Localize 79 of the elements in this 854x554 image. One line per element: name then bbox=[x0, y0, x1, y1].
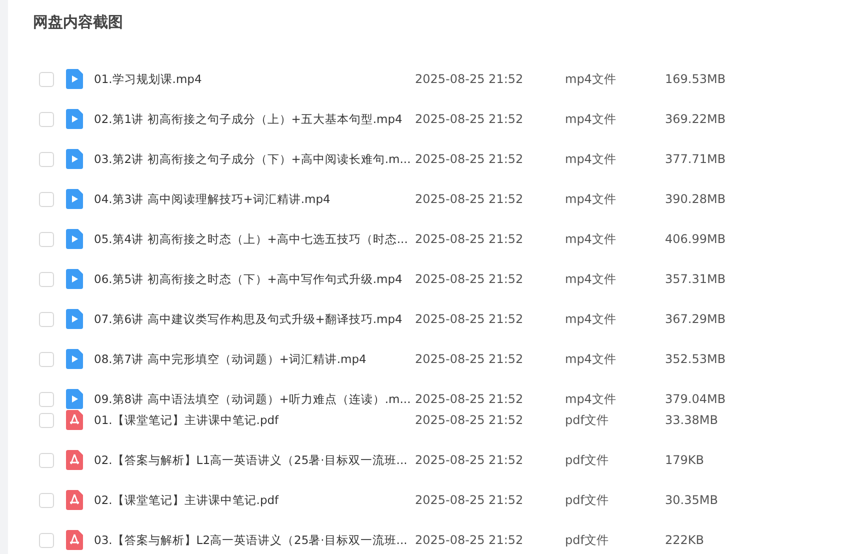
checkbox[interactable] bbox=[39, 272, 54, 286]
file-name[interactable]: 01.学习规划课.mp4 bbox=[94, 72, 414, 86]
pdf-file-icon bbox=[66, 410, 83, 430]
pdf-file-icon bbox=[66, 490, 83, 510]
checkbox[interactable] bbox=[39, 232, 54, 246]
file-size: 406.99MB bbox=[665, 232, 726, 246]
file-type: mp4文件 bbox=[565, 270, 617, 288]
pdf-file-icon bbox=[66, 450, 83, 470]
file-type: mp4文件 bbox=[565, 150, 617, 168]
modified-date: 2025-08-25 21:52 bbox=[415, 392, 524, 406]
modified-date: 2025-08-25 21:52 bbox=[415, 192, 524, 206]
video-file-icon bbox=[66, 269, 83, 289]
modified-date: 2025-08-25 21:52 bbox=[415, 272, 524, 286]
file-name[interactable]: 04.第3讲 高中阅读理解技巧+词汇精讲.mp4 bbox=[94, 192, 414, 206]
file-name[interactable]: 06.第5讲 初高衔接之时态（下）+高中写作句式升级.mp4 bbox=[94, 272, 414, 286]
file-size: 367.29MB bbox=[665, 312, 726, 326]
modified-date: 2025-08-25 21:52 bbox=[415, 413, 524, 427]
checkbox[interactable] bbox=[39, 452, 54, 468]
file-size: 33.38MB bbox=[665, 413, 718, 427]
file-size: 30.35MB bbox=[665, 493, 718, 507]
video-file-icon bbox=[66, 149, 83, 169]
file-size: 352.53MB bbox=[665, 352, 726, 366]
file-size: 377.71MB bbox=[665, 152, 726, 166]
file-name[interactable]: 01.【课堂笔记】主讲课中笔记.pdf bbox=[94, 412, 414, 428]
file-name[interactable]: 02.【答案与解析】L1高一英语讲义（25暑·目标双一流班... bbox=[94, 452, 414, 468]
checkbox[interactable] bbox=[39, 532, 54, 548]
file-type: mp4文件 bbox=[565, 310, 617, 328]
video-file-icon bbox=[66, 189, 83, 209]
video-file-icon bbox=[66, 229, 83, 249]
video-file-icon bbox=[66, 349, 83, 369]
modified-date: 2025-08-25 21:52 bbox=[415, 152, 524, 166]
file-name[interactable]: 09.第8讲 高中语法填空（动词题）+听力难点（连读）.m... bbox=[94, 392, 414, 406]
file-type: mp4文件 bbox=[565, 110, 617, 128]
modified-date: 2025-08-25 21:52 bbox=[415, 312, 524, 326]
modified-date: 2025-08-25 21:52 bbox=[415, 453, 524, 467]
modified-date: 2025-08-25 21:52 bbox=[415, 493, 524, 507]
file-type: mp4文件 bbox=[565, 390, 617, 408]
file-size: 390.28MB bbox=[665, 192, 726, 206]
file-size: 179KB bbox=[665, 453, 704, 467]
file-type: pdf文件 bbox=[565, 492, 610, 508]
video-file-icon bbox=[66, 69, 83, 89]
file-size: 222KB bbox=[665, 533, 704, 547]
file-size: 369.22MB bbox=[665, 112, 726, 126]
file-type: pdf文件 bbox=[565, 452, 610, 468]
file-name[interactable]: 05.第4讲 初高衔接之时态（上）+高中七选五技巧（时态... bbox=[94, 232, 414, 246]
file-size: 379.04MB bbox=[665, 392, 726, 406]
checkbox[interactable] bbox=[39, 112, 54, 126]
checkbox[interactable] bbox=[39, 152, 54, 166]
modified-date: 2025-08-25 21:52 bbox=[415, 352, 524, 366]
file-type: pdf文件 bbox=[565, 412, 610, 428]
file-name[interactable]: 03.【答案与解析】L2高一英语讲义（25暑·目标双一流班... bbox=[94, 532, 414, 548]
file-size: 169.53MB bbox=[665, 72, 726, 86]
modified-date: 2025-08-25 21:52 bbox=[415, 72, 524, 86]
checkbox[interactable] bbox=[39, 72, 54, 86]
video-file-icon bbox=[66, 309, 83, 329]
checkbox[interactable] bbox=[39, 352, 54, 366]
modified-date: 2025-08-25 21:52 bbox=[415, 533, 524, 547]
file-type: pdf文件 bbox=[565, 532, 610, 548]
file-name[interactable]: 02.第1讲 初高衔接之句子成分（上）+五大基本句型.mp4 bbox=[94, 112, 414, 126]
file-size: 357.31MB bbox=[665, 272, 726, 286]
file-type: mp4文件 bbox=[565, 230, 617, 248]
modified-date: 2025-08-25 21:52 bbox=[415, 232, 524, 246]
checkbox[interactable] bbox=[39, 392, 54, 406]
modified-date: 2025-08-25 21:52 bbox=[415, 112, 524, 126]
video-file-icon bbox=[66, 389, 83, 409]
file-name[interactable]: 07.第6讲 高中建议类写作构思及句式升级+翻译技巧.mp4 bbox=[94, 312, 414, 326]
video-file-icon bbox=[66, 109, 83, 129]
checkbox[interactable] bbox=[39, 192, 54, 206]
file-name[interactable]: 02.【课堂笔记】主讲课中笔记.pdf bbox=[94, 492, 414, 508]
file-name[interactable]: 08.第7讲 高中完形填空（动词题）+词汇精讲.mp4 bbox=[94, 352, 414, 366]
file-type: mp4文件 bbox=[565, 190, 617, 208]
page-title: 网盘内容截图 bbox=[33, 12, 124, 32]
checkbox[interactable] bbox=[39, 412, 54, 428]
checkbox[interactable] bbox=[39, 312, 54, 326]
file-type: mp4文件 bbox=[565, 70, 617, 88]
checkbox[interactable] bbox=[39, 492, 54, 508]
file-name[interactable]: 03.第2讲 初高衔接之句子成分（下）+高中阅读长难句.m... bbox=[94, 152, 414, 166]
file-type: mp4文件 bbox=[565, 350, 617, 368]
pdf-file-icon bbox=[66, 530, 83, 550]
